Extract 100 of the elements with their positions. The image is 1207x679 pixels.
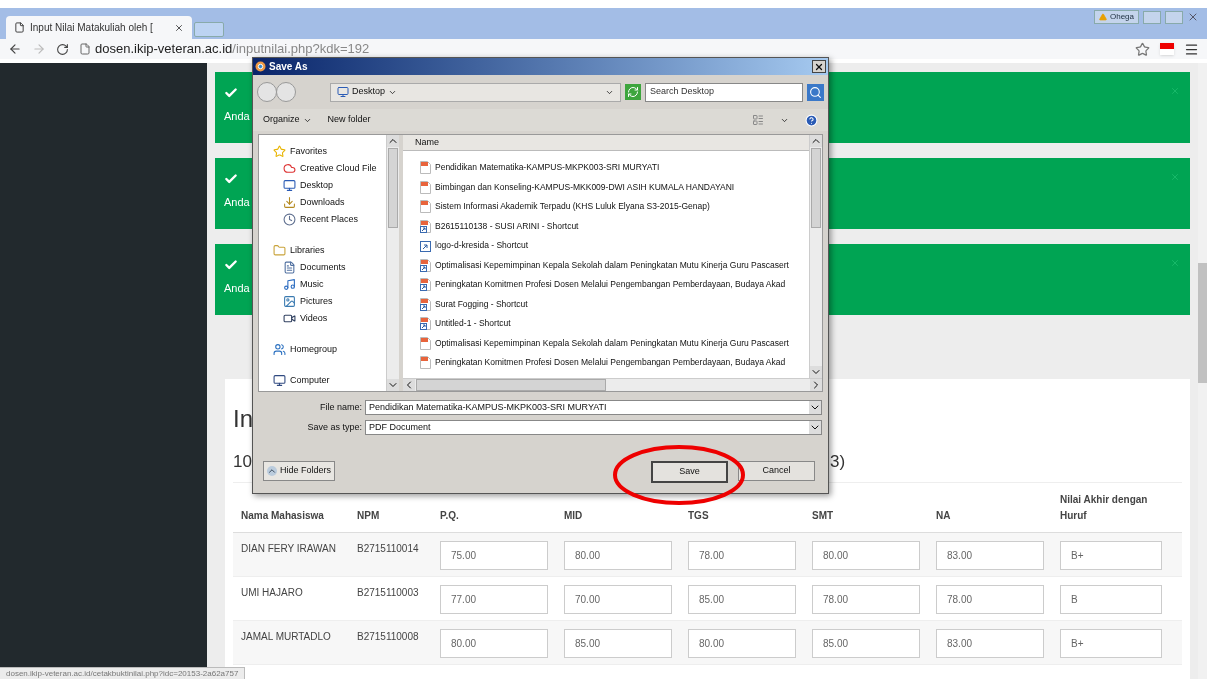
menu-icon[interactable] <box>1184 41 1199 57</box>
back-icon[interactable] <box>8 42 22 56</box>
save-type-dropdown[interactable]: PDF Document <box>365 420 822 435</box>
scroll-right-icon[interactable] <box>810 379 822 391</box>
hide-folders-button[interactable]: Hide Folders <box>263 461 336 481</box>
pdf-shortcut-icon <box>420 278 431 292</box>
nav-item[interactable]: Computer <box>259 372 386 389</box>
caret-icon[interactable] <box>809 401 821 414</box>
column-header: SMT <box>811 509 835 523</box>
grade-input[interactable]: 78.00 <box>936 585 1044 614</box>
student-npm: B2715110008 <box>356 630 420 644</box>
grade-input[interactable]: 85.00 <box>688 585 796 614</box>
search-icon[interactable] <box>807 83 824 101</box>
grade-input[interactable]: 80.00 <box>812 541 920 570</box>
grade-input[interactable]: 78.00 <box>812 585 920 614</box>
file-name-field[interactable]: Pendidikan Matematika-KAMPUS-MKPK003-SRI MURYATI <box>365 400 822 415</box>
scroll-down-icon[interactable] <box>387 379 399 391</box>
pdf-shortcut-icon <box>420 317 431 331</box>
bookmark-star-icon[interactable] <box>1135 41 1150 57</box>
close-icon[interactable] <box>174 22 184 33</box>
grade-input[interactable]: 78.00 <box>688 541 796 570</box>
file-row[interactable]: Surat Fogging - Shortcut <box>420 294 809 314</box>
file-row[interactable]: Sistem Informasi Akademik Terpadu (KHS Luluk Elyana S3-2015-Genap) <box>420 197 809 217</box>
file-row[interactable]: Untitled-1 - Shortcut <box>420 314 809 334</box>
file-row[interactable]: Bimbingan dan Konseling-KAMPUS-MKK009-DWI ASIH KUMALA HANDAYANI <box>420 177 809 197</box>
student-name: UMI HAJARO <box>240 586 304 600</box>
shortcut-icon <box>420 239 431 253</box>
location-bar[interactable]: Desktop <box>330 82 621 102</box>
forward-button[interactable] <box>276 82 296 102</box>
cancel-button[interactable]: Cancel <box>738 461 815 481</box>
close-window-icon[interactable] <box>1187 11 1199 23</box>
grade-input[interactable]: B+ <box>1060 541 1162 570</box>
check-icon <box>224 258 238 272</box>
grade-input[interactable]: 85.00 <box>564 629 672 658</box>
scroll-up-icon[interactable] <box>810 135 822 147</box>
nav-item[interactable]: Downloads <box>259 194 386 211</box>
search-field[interactable]: Search Desktop <box>645 82 803 102</box>
scroll-thumb[interactable] <box>811 148 821 228</box>
forward-icon[interactable] <box>32 42 46 56</box>
save-button[interactable]: Save <box>651 461 728 483</box>
new-folder-button[interactable]: New folder <box>327 113 371 127</box>
column-header: Nilai Akhir dengan Huruf <box>1059 493 1149 523</box>
music-icon <box>283 278 296 291</box>
nav-item[interactable]: Homegroup <box>259 341 386 358</box>
file-row[interactable]: Peningkatan Komitmen Profesi Dosen Melalui Pengembangan Pemberdayaan, Budaya Akad <box>420 353 809 373</box>
file-list-horizontal-scrollbar[interactable] <box>403 378 822 391</box>
caret-icon[interactable] <box>809 421 821 434</box>
close-button[interactable] <box>812 60 826 73</box>
nav-item[interactable]: Videos <box>259 310 386 327</box>
file-list-scrollbar[interactable] <box>809 135 822 378</box>
grade-input[interactable]: 80.00 <box>440 629 548 658</box>
name-column-header[interactable]: Name <box>403 135 809 151</box>
scroll-thumb[interactable] <box>1198 263 1207 383</box>
star-icon <box>273 145 286 158</box>
scroll-left-icon[interactable] <box>403 379 415 391</box>
help-icon[interactable] <box>805 113 818 127</box>
file-row[interactable]: Peningkatan Komitmen Profesi Dosen Melalui Pengembangan Pemberdayaan, Budaya Akad <box>420 275 809 295</box>
grade-input[interactable]: 83.00 <box>936 629 1044 658</box>
nav-item[interactable]: Libraries <box>259 242 386 259</box>
nav-item[interactable]: Documents <box>259 259 386 276</box>
nav-item[interactable]: Favorites <box>259 143 386 160</box>
back-button[interactable] <box>257 82 277 102</box>
scroll-up-icon[interactable] <box>387 135 399 147</box>
nav-item[interactable]: Desktop <box>259 177 386 194</box>
grade-input[interactable]: 83.00 <box>936 541 1044 570</box>
scroll-down-icon[interactable] <box>810 366 822 378</box>
nav-item[interactable]: Pictures <box>259 293 386 310</box>
column-header: P.Q. <box>439 509 460 523</box>
profile-badge[interactable]: Ohega <box>1093 10 1139 24</box>
grade-input[interactable]: 85.00 <box>812 629 920 658</box>
nav-scrollbar[interactable] <box>386 135 399 391</box>
address-bar[interactable]: dosen.ikip-veteran.ac.id/inputnilai.php?kdk=192 <box>79 39 1125 59</box>
refresh-icon[interactable] <box>625 84 641 100</box>
grade-input[interactable]: 75.00 <box>440 541 548 570</box>
scroll-thumb[interactable] <box>416 379 606 391</box>
file-row[interactable]: Pendidikan Matematika-KAMPUS-MKPK003-SRI MURYATI <box>420 158 809 178</box>
scroll-thumb[interactable] <box>388 148 398 228</box>
pdf-shortcut-icon <box>420 258 431 272</box>
organize-button[interactable]: Organize <box>263 113 312 127</box>
student-name: DIAN FERY IRAWAN <box>240 542 337 556</box>
file-row[interactable]: Optimalisasi Kepemimpinan Kepala Sekolah dalam Peningkatan Mutu Kinerja Guru Pascasert <box>420 333 809 353</box>
grade-input[interactable]: 70.00 <box>564 585 672 614</box>
grade-input[interactable]: 77.00 <box>440 585 548 614</box>
nav-item[interactable]: Music <box>259 276 386 293</box>
browser-tab[interactable]: Input Nilai Matakuliah oleh [ <box>6 16 192 39</box>
grade-input[interactable]: B <box>1060 585 1162 614</box>
file-row[interactable]: logo-d-kresida - Shortcut <box>420 236 809 256</box>
pdf-file-icon <box>420 336 431 350</box>
reload-icon[interactable] <box>56 42 69 56</box>
grade-input[interactable]: 80.00 <box>688 629 796 658</box>
grade-input[interactable]: 80.00 <box>564 541 672 570</box>
nav-item[interactable]: Creative Cloud File <box>259 160 386 177</box>
flag-icon[interactable] <box>1160 43 1174 55</box>
file-row[interactable]: Optimalisasi Kepemimpinan Kepala Sekolah dalam Peningkatan Mutu Kinerja Guru Pascasert <box>420 255 809 275</box>
grade-input[interactable]: B+ <box>1060 629 1162 658</box>
nav-item[interactable]: Recent Places <box>259 211 386 228</box>
view-icon[interactable] <box>752 114 764 126</box>
page-scrollbar[interactable] <box>1198 63 1207 679</box>
file-row[interactable]: B2615110138 - SUSI ARINI - Shortcut <box>420 216 809 236</box>
pdf-shortcut-icon <box>420 297 431 311</box>
